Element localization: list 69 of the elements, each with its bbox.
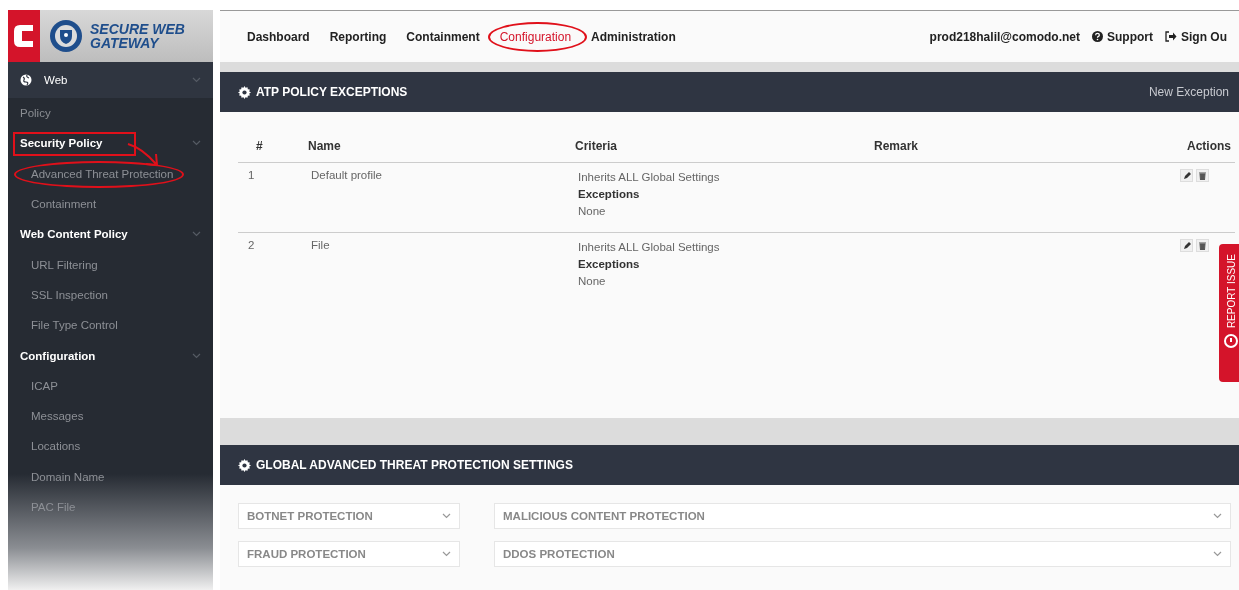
trash-icon [1199,171,1206,180]
criteria-text: Inherits ALL Global Settings [578,240,721,255]
chevron-down-icon [442,513,451,519]
sidebar-item[interactable]: Advanced Threat Protection [31,167,174,180]
sidebar-item[interactable]: ICAP [31,379,58,392]
sidebar-item[interactable]: Containment [31,198,97,211]
sidebar-item[interactable]: URL Filtering [31,258,98,271]
sidebar-item[interactable]: Configuration [20,349,96,362]
sidebar-item[interactable]: Locations [31,440,81,453]
table-cell: Default profile [307,162,574,233]
new-exception-link[interactable]: New Exception [1148,85,1229,99]
exceptions-value: None [578,274,607,289]
sidebar-section[interactable]: Web [8,62,213,98]
sign-out-icon [1165,31,1177,42]
edit-button[interactable] [1180,169,1193,182]
table-cell: 1 [238,162,307,233]
criteria-text: Inherits ALL Global Settings [578,170,721,185]
sidebar-item[interactable]: SSL Inspection [31,288,108,301]
chevron-down-icon [192,77,201,83]
sidebar-item[interactable]: Security Policy [20,137,103,150]
sidebar-item[interactable]: Domain Name [31,470,105,483]
shield-globe-icon [48,18,84,54]
sidebar-item[interactable]: Policy [20,107,51,120]
sidebar-item[interactable]: File Type Control [31,319,118,332]
alert-circle-icon [1224,334,1238,349]
nav-tab[interactable]: Containment [396,29,490,44]
help-icon [1092,31,1103,42]
column-header: Criteria [574,130,873,163]
chevron-down-icon [192,352,201,359]
collapsible-section[interactable]: BOTNET PROTECTION [238,503,460,529]
chevron-down-icon [1213,513,1222,519]
sign-out-link[interactable]: Sign Ou [1165,29,1227,44]
product-name-subtitle: GATEWAY [90,36,161,50]
column-header: Name [307,130,574,163]
column-header: # [238,130,307,163]
nav-tab[interactable]: Administration [581,29,686,44]
chevron-down-icon [192,231,201,238]
chevron-down-icon [442,551,451,557]
exceptions-label: Exceptions [578,257,641,272]
collapsible-section[interactable]: DDOS PROTECTION [494,541,1231,567]
sidebar-item[interactable]: Web Content Policy [20,228,128,241]
delete-button[interactable] [1196,239,1209,252]
chevron-down-icon [192,140,201,147]
pencil-icon [1182,241,1191,250]
trash-icon [1199,241,1206,250]
collapsible-section[interactable]: MALICIOUS CONTENT PROTECTION [494,503,1231,529]
user-email: prod218halil@comodo.net [929,29,1080,44]
column-header: Actions [1140,130,1235,163]
collapsible-section[interactable]: FRAUD PROTECTION [238,541,460,567]
panel-title: GLOBAL ADVANCED THREAT PROTECTION SETTINGS [256,458,573,472]
globe-icon [20,74,32,86]
nav-tab[interactable]: Configuration [489,29,582,44]
nav-tab[interactable]: Reporting [319,29,397,44]
sidebar-item[interactable]: Messages [31,410,84,423]
table-cell: File [307,232,574,303]
column-header: Remark [873,130,1140,163]
panel-title: ATP POLICY EXCEPTIONS [256,85,408,99]
product-name: SECURE WEB [90,22,185,36]
gear-icon [238,458,251,472]
pencil-icon [1182,171,1191,180]
table-cell: 2 [238,232,307,303]
chevron-down-icon [1213,551,1222,557]
exceptions-label: Exceptions [578,187,641,202]
delete-button[interactable] [1196,169,1209,182]
edit-button[interactable] [1180,239,1193,252]
nav-tab[interactable]: Dashboard [237,29,320,44]
support-link[interactable]: Support [1092,29,1153,44]
exceptions-value: None [578,204,607,219]
gear-icon [238,85,251,99]
